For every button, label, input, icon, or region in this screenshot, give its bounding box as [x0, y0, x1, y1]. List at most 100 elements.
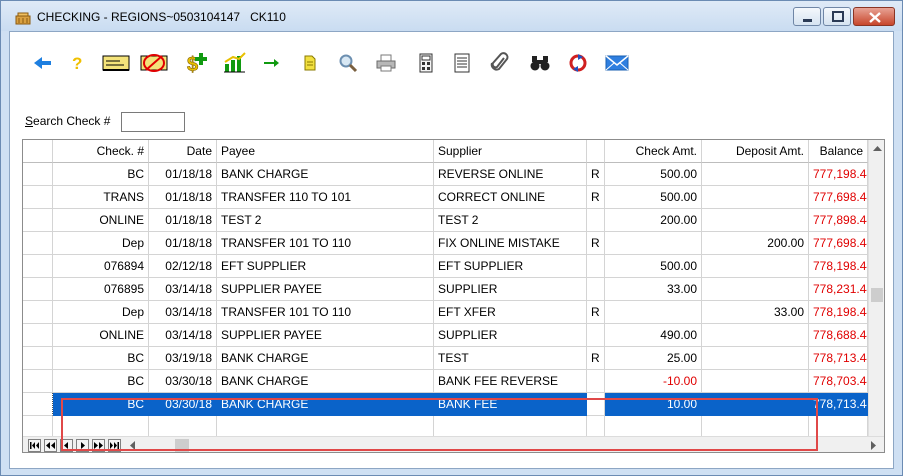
check-number-cell: BC: [53, 393, 149, 416]
header-check-amount[interactable]: Check Amt.: [605, 140, 702, 163]
vertical-scroll-thumb[interactable]: [871, 288, 883, 302]
close-button[interactable]: [853, 7, 895, 26]
balance-cell: 778,713.44: [809, 347, 868, 370]
table-row[interactable]: BC 03/30/18 BANK CHARGE BANK FEE 10.00 778,71…: [23, 393, 868, 416]
reconciled-cell: R: [587, 232, 605, 255]
row-indicator-cell[interactable]: [23, 301, 53, 324]
horizontal-scroll-thumb[interactable]: [175, 439, 189, 452]
header-reconciled[interactable]: [587, 140, 605, 163]
previous-page-icon: [46, 442, 55, 449]
write-check-button[interactable]: [101, 50, 131, 76]
supplier-cell: BANK FEE: [434, 393, 587, 416]
balance-cell: 777,698.44: [809, 232, 868, 255]
supplier-cell: EFT XFER: [434, 301, 587, 324]
previous-record-button[interactable]: [60, 439, 73, 452]
row-indicator-cell[interactable]: [23, 347, 53, 370]
calculator-button[interactable]: [411, 50, 441, 76]
date-cell: 03/14/18: [149, 324, 217, 347]
balance-cell: 778,688.44: [809, 324, 868, 347]
last-record-button[interactable]: [108, 439, 121, 452]
previous-page-button[interactable]: [44, 439, 57, 452]
deposit-amount-cell: [702, 255, 809, 278]
table-row[interactable]: ONLINE 01/18/18 TEST 2 TEST 2 200.00 777,898.…: [23, 209, 868, 232]
row-indicator-cell[interactable]: [23, 209, 53, 232]
scroll-left-icon[interactable]: [127, 439, 139, 452]
check-number-cell: BC: [53, 370, 149, 393]
add-money-button[interactable]: $: [182, 50, 212, 76]
header-date[interactable]: Date: [149, 140, 217, 163]
date-cell: 03/19/18: [149, 347, 217, 370]
deposit-amount-cell: [702, 347, 809, 370]
header-deposit-amount[interactable]: Deposit Amt.: [702, 140, 809, 163]
help-button[interactable]: ?: [62, 50, 92, 76]
back-button[interactable]: [28, 50, 58, 76]
table-row[interactable]: BC 03/19/18 BANK CHARGE TEST R 25.00 778,713.4…: [23, 347, 868, 370]
svg-text:?: ?: [72, 54, 82, 72]
date-cell: 01/18/18: [149, 163, 217, 186]
reconciled-cell: R: [587, 163, 605, 186]
table-row[interactable]: ONLINE 03/14/18 SUPPLIER PAYEE SUPPLIER 490.…: [23, 324, 868, 347]
table-row[interactable]: Dep 03/14/18 TRANSFER 101 TO 110 EFT XFER R 3…: [23, 301, 868, 324]
next-record-button[interactable]: [76, 439, 89, 452]
attach-button[interactable]: [485, 50, 515, 76]
email-button[interactable]: [602, 50, 632, 76]
table-row[interactable]: Dep 01/18/18 TRANSFER 101 TO 110 FIX ONLINE…: [23, 232, 868, 255]
payee-cell: BANK CHARGE: [217, 347, 434, 370]
payee-cell: SUPPLIER PAYEE: [217, 324, 434, 347]
maximize-button[interactable]: [823, 7, 851, 26]
check-number-cell: BC: [53, 163, 149, 186]
table-row[interactable]: TRANS 01/18/18 TRANSFER 110 TO 101 CORRECT …: [23, 186, 868, 209]
binoculars-icon: [530, 56, 550, 71]
next-page-button[interactable]: [92, 439, 105, 452]
supplier-cell: EFT SUPPLIER: [434, 255, 587, 278]
void-check-button[interactable]: [139, 50, 169, 76]
deposit-amount-cell: [702, 393, 809, 416]
scroll-right-icon[interactable]: [867, 439, 879, 452]
reconciled-cell: R: [587, 301, 605, 324]
header-payee[interactable]: Payee: [217, 140, 434, 163]
row-indicator-cell[interactable]: [23, 163, 53, 186]
report-button[interactable]: [447, 50, 477, 76]
deposit-button[interactable]: [220, 50, 250, 76]
deposit-chart-icon: [224, 52, 246, 73]
table-row[interactable]: 076895 03/14/18 SUPPLIER PAYEE SUPPLIER 33.0…: [23, 278, 868, 301]
reconciled-cell: [587, 370, 605, 393]
note-button[interactable]: [295, 50, 325, 76]
email-icon: [605, 55, 629, 71]
search-label-accelerator: S: [25, 114, 34, 128]
payee-cell: TRANSFER 110 TO 101: [217, 186, 434, 209]
row-indicator-cell[interactable]: [23, 278, 53, 301]
row-indicator-cell[interactable]: [23, 255, 53, 278]
row-indicator-cell[interactable]: [23, 393, 53, 416]
supplier-cell: SUPPLIER: [434, 278, 587, 301]
previous-record-icon: [64, 442, 68, 449]
date-cell: 01/18/18: [149, 186, 217, 209]
vertical-scrollbar[interactable]: [868, 140, 885, 436]
first-record-button[interactable]: [28, 439, 41, 452]
search-check-input[interactable]: [121, 112, 185, 132]
reconciled-cell: [587, 324, 605, 347]
table-row[interactable]: BC 03/30/18 BANK CHARGE BANK FEE REVERSE -10…: [23, 370, 868, 393]
refresh-button[interactable]: [563, 50, 593, 76]
check-amount-cell: 500.00: [605, 255, 702, 278]
row-indicator-cell[interactable]: [23, 186, 53, 209]
payee-cell: EFT SUPPLIER: [217, 255, 434, 278]
scroll-up-icon[interactable]: [869, 142, 885, 154]
check-amount-cell: 500.00: [605, 186, 702, 209]
balance-cell: 778,703.44: [809, 370, 868, 393]
table-row[interactable]: BC 01/18/18 BANK CHARGE REVERSE ONLINE R 500.…: [23, 163, 868, 186]
header-check-number[interactable]: Check. #: [53, 140, 149, 163]
transfer-button[interactable]: [257, 50, 287, 76]
find-button[interactable]: [525, 50, 555, 76]
header-supplier[interactable]: Supplier: [434, 140, 587, 163]
date-cell: 03/14/18: [149, 301, 217, 324]
check-number-cell: Dep: [53, 232, 149, 255]
header-balance[interactable]: Balance: [809, 140, 868, 163]
table-row[interactable]: 076894 02/12/18 EFT SUPPLIER EFT SUPPLIER 50…: [23, 255, 868, 278]
row-indicator-cell[interactable]: [23, 370, 53, 393]
minimize-button[interactable]: [793, 7, 821, 26]
print-button[interactable]: [371, 50, 401, 76]
row-indicator-cell[interactable]: [23, 232, 53, 255]
row-indicator-cell[interactable]: [23, 324, 53, 347]
search-button[interactable]: [333, 50, 363, 76]
